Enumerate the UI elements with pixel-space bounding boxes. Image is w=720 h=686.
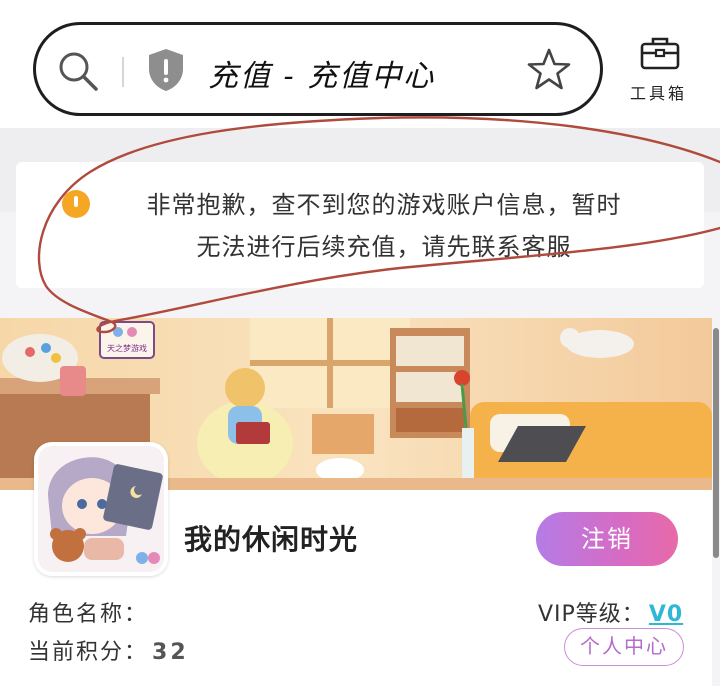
toolbox-icon [640,37,680,70]
star-icon[interactable] [526,47,572,93]
scrollbar[interactable] [712,318,720,686]
role-name-label: 角色名称： [28,602,149,627]
error-notice: 非常抱歉，查不到您的游戏账户信息，暂时 无法进行后续充值，请先联系客服 [16,162,704,288]
avatar-image [38,446,164,572]
warning-icon [62,190,90,218]
shield-icon[interactable] [146,47,186,93]
banner-sign: 天之梦游戏 [107,343,147,353]
username: 我的休闲时光 [184,523,359,556]
points-row: 当前积分： 32 [28,634,189,666]
vip-level-link[interactable]: V0 [649,602,683,627]
toolbox-button[interactable]: 工具箱 [626,36,696,106]
points-label: 当前积分： [28,640,149,665]
avatar[interactable] [34,442,168,576]
vip-label: VIP等级： [538,602,645,627]
address-bar[interactable]: 充值 - 充值中心 [33,22,603,116]
notice-text: 非常抱歉，查不到您的游戏账户信息，暂时 无法进行后续充值，请先联系客服 [94,184,674,268]
logout-button[interactable]: 注销 [536,512,678,566]
personal-center-button[interactable]: 个人中心 [564,628,684,666]
divider [122,57,124,87]
toolbox-label: 工具箱 [630,84,688,103]
top-bar: 充值 - 充值中心 工具箱 [0,0,720,128]
notice-line-2: 无法进行后续充值，请先联系客服 [196,233,572,261]
search-icon[interactable] [56,49,100,93]
page-title: 充值 - 充值中心 [208,59,436,94]
notice-line-1: 非常抱歉，查不到您的游戏账户信息，暂时 [146,191,622,219]
points-value: 32 [152,640,189,665]
vip-row: VIP等级： V0 [538,596,683,628]
scrollbar-thumb[interactable] [713,328,719,558]
